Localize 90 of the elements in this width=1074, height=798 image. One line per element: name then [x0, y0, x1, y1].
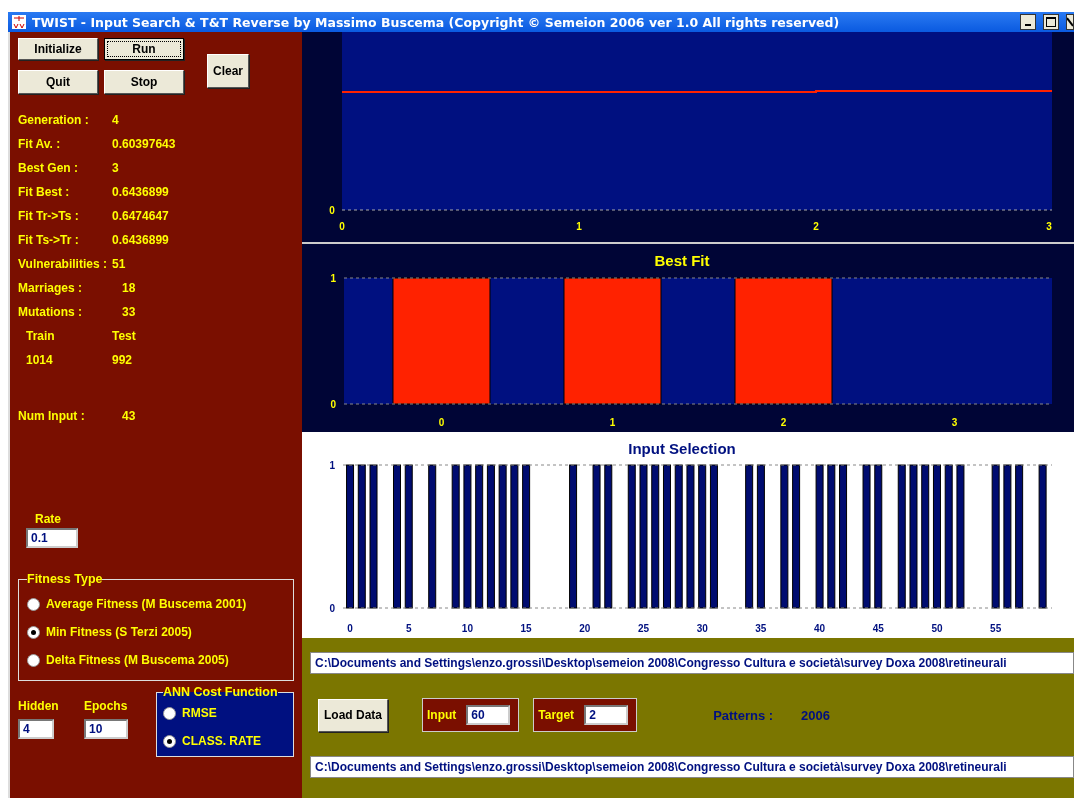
- column-header: Train: [25, 328, 56, 344]
- hidden-field[interactable]: 4: [18, 719, 54, 739]
- close-icon: [1067, 17, 1073, 27]
- axis-label: 10: [461, 623, 473, 634]
- patterns-value: 2006: [801, 707, 830, 723]
- train-count: 1014: [25, 352, 54, 368]
- radio-button[interactable]: [27, 625, 40, 639]
- stat-label: Mutations :: [18, 304, 83, 320]
- stat-value: 0.6436899: [112, 232, 170, 248]
- axis-label: 3: [951, 417, 958, 428]
- axis-label: 1: [576, 221, 582, 232]
- chart-title: Best Fit: [654, 252, 710, 269]
- axis-label: 1: [330, 273, 336, 284]
- axis-label: 25: [637, 623, 650, 634]
- axis-label: 5: [405, 623, 412, 634]
- axis-label: 2: [780, 417, 787, 428]
- chart-title: Input Selection: [628, 440, 736, 457]
- stat-label: Fit Tr->Ts :: [18, 208, 80, 224]
- axis-label: 0: [329, 603, 335, 614]
- axis-label: 50: [931, 623, 943, 634]
- maximize-button[interactable]: [1043, 14, 1059, 30]
- radio-label: Delta Fitness (M Buscema 2005): [46, 653, 229, 667]
- test-count: 992: [112, 352, 134, 368]
- rate-field[interactable]: 0.1: [26, 528, 78, 548]
- stat-value: 4: [112, 112, 120, 128]
- axis-label: 30: [696, 623, 708, 634]
- field-label: Rate: [34, 512, 62, 526]
- axis-label: 45: [872, 623, 884, 634]
- close-button[interactable]: [1066, 14, 1074, 30]
- axis-label: 20: [579, 623, 591, 634]
- axis-label: 35: [755, 623, 767, 634]
- stat-label: Fit Av. :: [18, 136, 62, 152]
- axis-label: 15: [520, 623, 532, 634]
- field-label: Target: [538, 708, 575, 722]
- input-count-field[interactable]: 60: [466, 705, 511, 725]
- stat-value: 0.6436899: [112, 184, 170, 200]
- stat-label: Fit Ts->Tr :: [18, 232, 80, 248]
- push-button[interactable]: Run: [104, 38, 184, 60]
- axis-label: 0: [339, 221, 345, 232]
- radio-button[interactable]: [27, 653, 40, 667]
- app-icon: [12, 15, 26, 29]
- axis-label: 0: [438, 417, 445, 428]
- stat-value: 0.6474647: [112, 208, 170, 224]
- group-title: Fitness Type: [27, 572, 103, 586]
- radio-label: RMSE: [182, 706, 217, 720]
- window-title: TWIST - Input Search & T&T Reverse by Massimo Buscema (Copyright © Semeion 2006 ver 1.0 All rights reserved): [32, 14, 841, 30]
- stat-label: Vulnerabilities :: [18, 256, 108, 272]
- patterns-label: Patterns :: [713, 707, 774, 723]
- column-header: Test: [112, 328, 137, 344]
- stat-value: 33: [121, 304, 137, 320]
- field-label: Hidden: [18, 699, 60, 713]
- path-field[interactable]: C:\Documents and Settings\enzo.grossi\Desktop\semeion 2008\Congresso Cultura e società\survey Doxa 2008\retineurali: [310, 652, 1074, 674]
- axis-label: 40: [814, 623, 826, 634]
- field-label: Input: [427, 708, 457, 722]
- axis-label: 0: [330, 399, 336, 410]
- stat-label: Best Gen :: [18, 160, 79, 176]
- radio-button[interactable]: [163, 734, 176, 748]
- stat-value: 0.60397643: [112, 136, 177, 152]
- radio-label: Min Fitness (S Terzi 2005): [46, 625, 192, 639]
- minimize-button[interactable]: [1020, 14, 1036, 30]
- axis-label: 0: [329, 205, 335, 216]
- group-title: ANN Cost Function: [163, 685, 278, 699]
- load-data-button[interactable]: Load Data: [318, 698, 388, 732]
- radio-label: CLASS. RATE: [182, 734, 262, 748]
- field-label: Epochs: [84, 699, 129, 713]
- stat-label: Num Input :: [18, 408, 86, 424]
- stat-label: Fit Best :: [18, 184, 71, 200]
- stat-value: 43: [121, 408, 137, 424]
- maximize-icon: [1046, 17, 1056, 27]
- radio-button[interactable]: [163, 706, 176, 720]
- axis-label: 3: [1046, 221, 1052, 232]
- target-count-field[interactable]: 2: [584, 705, 629, 725]
- push-button[interactable]: Stop: [104, 70, 184, 94]
- axis-label: 1: [609, 417, 616, 428]
- stat-value: 18: [121, 280, 137, 296]
- push-button[interactable]: Initialize: [18, 38, 98, 60]
- stat-label: Generation :: [18, 112, 90, 128]
- axis-label: 0: [347, 623, 353, 634]
- axis-label: 55: [990, 623, 1002, 634]
- stat-value: 3: [112, 160, 120, 176]
- path-field[interactable]: C:\Documents and Settings\enzo.grossi\Desktop\semeion 2008\Congresso Cultura e società\survey Doxa 2008\retineurali: [310, 756, 1074, 778]
- push-button[interactable]: Clear: [207, 54, 249, 88]
- push-button[interactable]: Quit: [18, 70, 98, 94]
- stat-value: 51: [112, 256, 127, 272]
- stat-label: Marriages :: [18, 280, 84, 296]
- axis-label: 1: [329, 460, 335, 471]
- radio-label: Average Fitness (M Buscema 2001): [46, 597, 247, 611]
- axis-label: 2: [813, 221, 819, 232]
- epochs-field[interactable]: 10: [84, 719, 128, 739]
- radio-button[interactable]: [27, 597, 40, 611]
